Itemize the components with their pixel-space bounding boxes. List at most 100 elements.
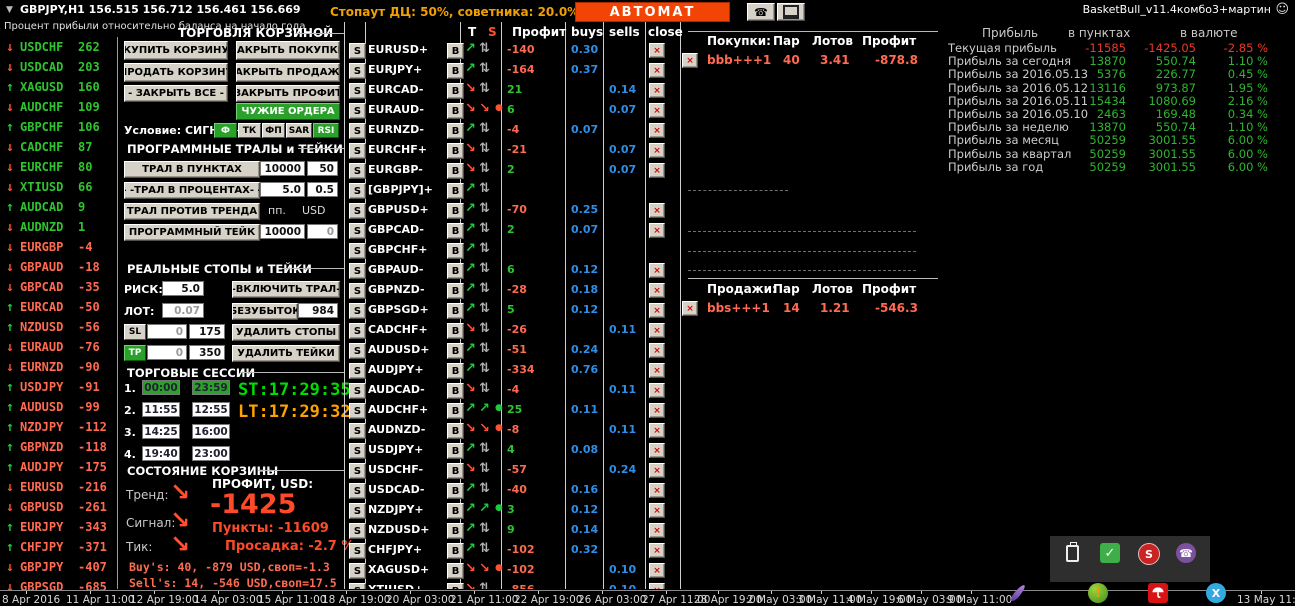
sell-pair-button[interactable]: S bbox=[349, 423, 366, 439]
phone-button[interactable]: ☎ bbox=[747, 3, 775, 21]
sell-pair-button[interactable]: S bbox=[349, 503, 366, 519]
close-pair-button[interactable]: × bbox=[649, 563, 665, 578]
close-pair-button[interactable]: × bbox=[649, 543, 665, 558]
signal-filter-фп[interactable]: ФП bbox=[262, 123, 285, 138]
buy-pair-button[interactable]: B bbox=[447, 343, 464, 359]
sell-pair-button[interactable]: S bbox=[349, 483, 366, 499]
buy-pair-button[interactable]: B bbox=[447, 43, 464, 59]
ranking-row[interactable]: ↓GBPJPY-407 bbox=[0, 557, 116, 577]
ranking-row[interactable]: ↑EURCAD-50 bbox=[0, 297, 116, 317]
close-pair-button[interactable]: × bbox=[649, 323, 665, 338]
chart-dropdown-icon[interactable]: ▼ bbox=[6, 5, 13, 15]
ranking-row[interactable]: ↓EURCHF80 bbox=[0, 157, 116, 177]
close-pair-button[interactable]: × bbox=[649, 423, 665, 438]
signal-filter-ф[interactable]: Ф bbox=[214, 123, 237, 138]
close-pair-button[interactable]: × bbox=[649, 143, 665, 158]
close-pair-button[interactable]: × bbox=[649, 403, 665, 418]
ranking-row[interactable]: ↑XAGUSD160 bbox=[0, 77, 116, 97]
signal-filter-sar[interactable]: SAR bbox=[286, 123, 312, 138]
ranking-row[interactable]: ↑USDJPY-91 bbox=[0, 377, 116, 397]
trail-points-value-field[interactable]: 10000 bbox=[260, 161, 305, 176]
buy-pair-button[interactable]: B bbox=[447, 183, 464, 199]
buy-pair-button[interactable]: B bbox=[447, 483, 464, 499]
buy-pair-button[interactable]: B bbox=[447, 83, 464, 99]
close-pair-button[interactable]: × bbox=[649, 343, 665, 358]
ranking-row[interactable]: ↑GBPCHF106 bbox=[0, 117, 116, 137]
sell-pair-button[interactable]: S bbox=[349, 123, 366, 139]
close-pair-button[interactable]: × bbox=[649, 503, 665, 518]
tp-chip[interactable]: TP bbox=[124, 345, 146, 361]
breakeven-button[interactable]: БЕЗУБЫТОК bbox=[232, 303, 298, 320]
monitor-button[interactable] bbox=[777, 3, 805, 21]
buy-pair-button[interactable]: B bbox=[447, 103, 464, 119]
trail-percent-value-field[interactable]: 5.0 bbox=[260, 182, 305, 197]
tp-points-field[interactable]: 350 bbox=[189, 345, 225, 360]
close-pair-button[interactable]: × bbox=[649, 583, 665, 589]
close-pair-button[interactable]: × bbox=[649, 83, 665, 98]
sell-pair-button[interactable]: S bbox=[349, 363, 366, 379]
session-end-field[interactable]: 23:00 bbox=[192, 446, 230, 461]
sell-pair-button[interactable]: S bbox=[349, 323, 366, 339]
session-end-field[interactable]: 12:55 bbox=[192, 402, 230, 417]
buy-pair-button[interactable]: B bbox=[447, 143, 464, 159]
buy-pair-button[interactable]: B bbox=[447, 403, 464, 419]
close-pair-button[interactable]: × bbox=[649, 383, 665, 398]
sell-pair-button[interactable]: S bbox=[349, 83, 366, 99]
trail-points-button[interactable]: ТРАЛ В ПУНКТАХ bbox=[124, 161, 260, 178]
ranking-row[interactable]: ↑CHFJPY-371 bbox=[0, 537, 116, 557]
feather-icon[interactable] bbox=[1008, 583, 1028, 603]
ranking-row[interactable]: ↑GBPNZD-118 bbox=[0, 437, 116, 457]
sell-pair-button[interactable]: S bbox=[349, 403, 366, 419]
ranking-row[interactable]: ↓EURNZD-90 bbox=[0, 357, 116, 377]
buy-pair-button[interactable]: B bbox=[447, 243, 464, 259]
session-end-field[interactable]: 23:59 bbox=[192, 380, 230, 395]
trail-percent-button[interactable]: - - -ТРАЛ В ПРОЦЕНТАХ- - - bbox=[124, 182, 260, 199]
session-start-field[interactable]: 19:40 bbox=[142, 446, 180, 461]
close-profit-button[interactable]: - -ЗАКРЫТЬ ПРОФИТ- - bbox=[236, 85, 340, 102]
sell-pair-button[interactable]: S bbox=[349, 223, 366, 239]
ranking-row[interactable]: ↑NZDUSD-56 bbox=[0, 317, 116, 337]
sell-pair-button[interactable]: S bbox=[349, 203, 366, 219]
buy-pair-button[interactable]: B bbox=[447, 583, 464, 589]
ranking-row[interactable]: ↓GBPUSD-261 bbox=[0, 497, 116, 517]
sell-pair-button[interactable]: S bbox=[349, 263, 366, 279]
signal-filter-rsi[interactable]: RSI bbox=[313, 123, 339, 138]
alert-ball-icon[interactable]: ! bbox=[1088, 583, 1108, 603]
x-badge-icon[interactable]: X bbox=[1206, 583, 1226, 603]
session-end-field[interactable]: 16:00 bbox=[192, 424, 230, 439]
buy-pair-button[interactable]: B bbox=[447, 223, 464, 239]
buy-pair-button[interactable]: B bbox=[447, 523, 464, 539]
sl-chip[interactable]: SL bbox=[124, 324, 146, 340]
buy-basket-button[interactable]: КУПИТЬ КОРЗИНУ bbox=[124, 41, 228, 60]
sl-points-field[interactable]: 175 bbox=[189, 324, 225, 339]
program-take-button[interactable]: ПРОГРАММНЫЙ ТЕЙК bbox=[124, 224, 260, 241]
sell-pair-button[interactable]: S bbox=[349, 523, 366, 539]
sell-pair-button[interactable]: S bbox=[349, 183, 366, 199]
sell-pair-button[interactable]: S bbox=[349, 443, 366, 459]
trail-points-step-field[interactable]: 50 bbox=[307, 161, 338, 176]
ranking-row[interactable]: ↑EURJPY-343 bbox=[0, 517, 116, 537]
close-pair-button[interactable]: × bbox=[649, 203, 665, 218]
breakeven-field[interactable]: 984 bbox=[298, 303, 338, 318]
close-pair-button[interactable]: × bbox=[649, 483, 665, 498]
close-pair-button[interactable]: × bbox=[649, 443, 665, 458]
close-pair-button[interactable]: × bbox=[649, 123, 665, 138]
buy-pair-button[interactable]: B bbox=[447, 503, 464, 519]
sell-pair-button[interactable]: S bbox=[349, 43, 366, 59]
sell-pair-button[interactable]: S bbox=[349, 103, 366, 119]
close-pair-button[interactable]: × bbox=[649, 283, 665, 298]
trail-percent-step-field[interactable]: 0.5 bbox=[307, 182, 338, 197]
buy-pair-button[interactable]: B bbox=[447, 423, 464, 439]
delete-takes-button[interactable]: УДАЛИТЬ ТЕЙКИ bbox=[232, 345, 340, 362]
sell-basket-button[interactable]: ПРОДАТЬ КОРЗИНУ bbox=[124, 63, 228, 82]
buy-pair-button[interactable]: B bbox=[447, 383, 464, 399]
sl-value-field[interactable]: 0 bbox=[147, 324, 187, 339]
sell-pair-button[interactable]: S bbox=[349, 343, 366, 359]
buy-pair-button[interactable]: B bbox=[447, 283, 464, 299]
session-start-field[interactable]: 14:25 bbox=[142, 424, 180, 439]
ranking-row[interactable]: ↑AUDCAD9 bbox=[0, 197, 116, 217]
buy-pair-button[interactable]: B bbox=[447, 203, 464, 219]
buy-pair-button[interactable]: B bbox=[447, 263, 464, 279]
session-start-field[interactable]: 00:00 bbox=[142, 380, 180, 395]
close-pair-button[interactable]: × bbox=[649, 363, 665, 378]
